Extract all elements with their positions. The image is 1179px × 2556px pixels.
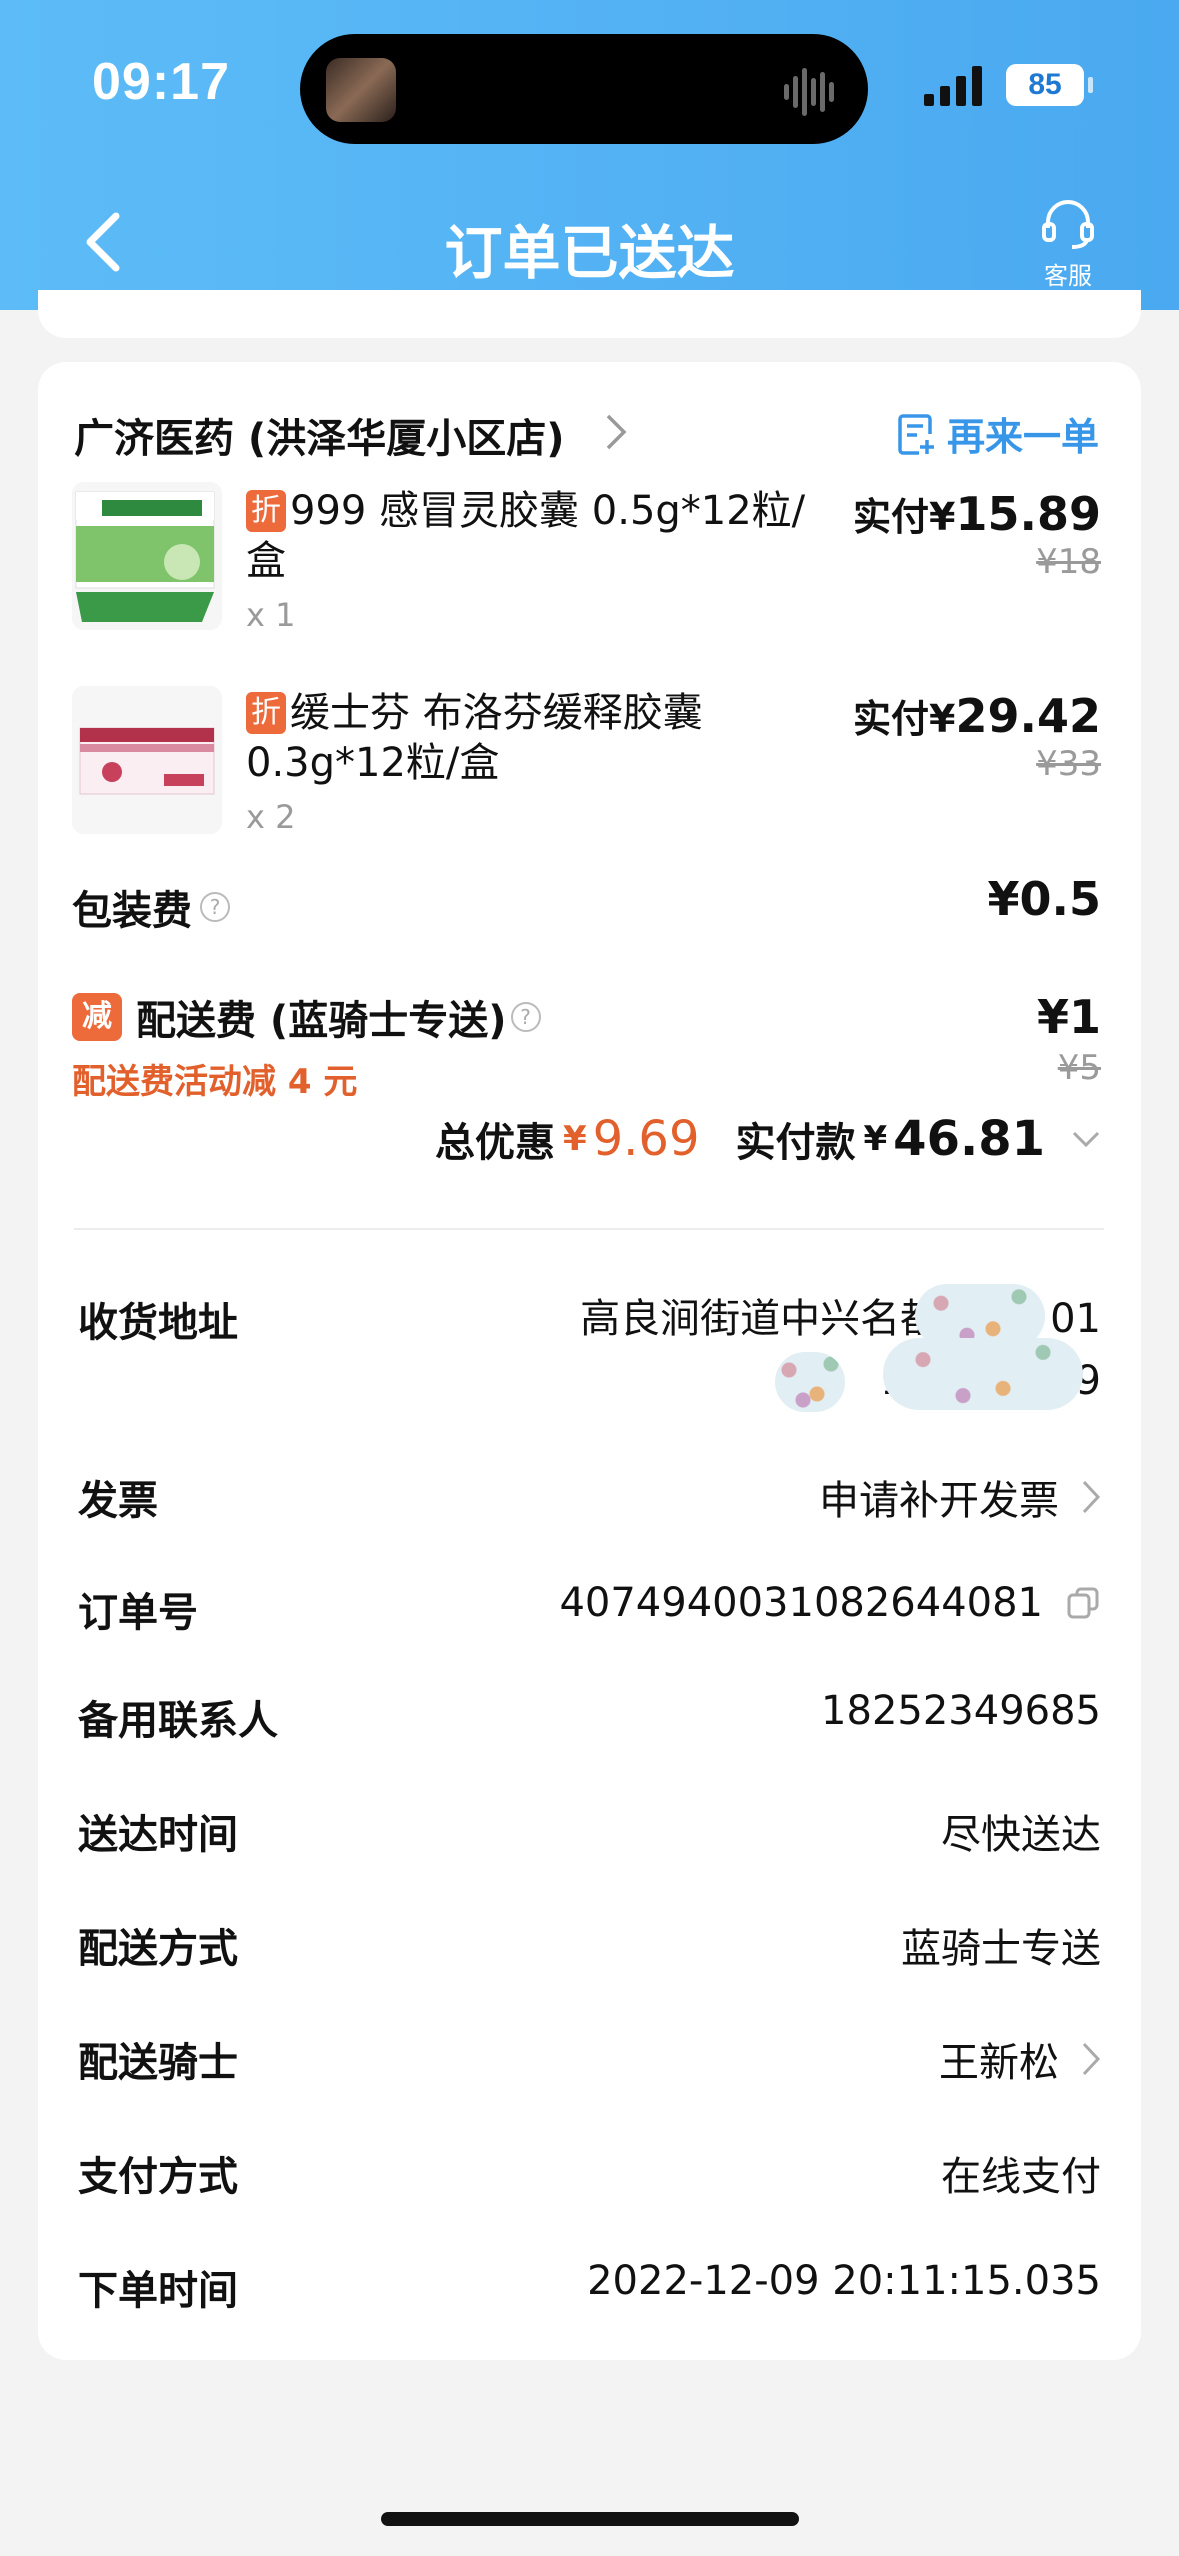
chevron-right-icon bbox=[1082, 1480, 1101, 1514]
service-label: 客服 bbox=[1044, 262, 1092, 290]
reorder-icon bbox=[898, 413, 934, 455]
redacted-blur bbox=[883, 1338, 1083, 1410]
help-icon[interactable]: ? bbox=[510, 1002, 541, 1032]
headset-icon bbox=[1042, 200, 1094, 249]
battery-icon: 85 bbox=[1006, 64, 1093, 106]
reorder-button[interactable]: 再来一单 bbox=[897, 406, 1099, 461]
payment-method-label: 支付方式 bbox=[78, 2154, 238, 2200]
audio-wave-icon bbox=[784, 68, 834, 116]
order-number-label: 订单号 bbox=[78, 1590, 198, 1636]
paid-total-value: 46.81 bbox=[893, 1111, 1045, 1167]
address-value: 高良涧街道中兴名都01 吴19 bbox=[461, 1284, 1101, 1412]
home-indicator[interactable] bbox=[381, 2512, 799, 2526]
store-name[interactable]: 广济医药 (洪泽华厦小区店) bbox=[74, 406, 565, 464]
order-totals[interactable]: 总优惠 ¥ 9.69 实付款 ¥ 46.81 bbox=[435, 1110, 1101, 1168]
product-image[interactable] bbox=[72, 482, 222, 630]
product-image[interactable] bbox=[72, 686, 222, 834]
order-card: 广济医药 (洪泽华厦小区店) 再来一单 折 999 感冒灵胶囊 0.5g*12粒/… bbox=[38, 362, 1141, 2360]
order-time-label: 下单时间 bbox=[78, 2268, 238, 2314]
chevron-right-icon bbox=[1082, 2042, 1101, 2076]
payment-method-value: 在线支付 bbox=[941, 2154, 1101, 2200]
item-paid-price: 实付¥29.42 bbox=[853, 689, 1101, 743]
item-name[interactable]: 折缓士芬 布洛芬缓释胶囊 0.3g*12粒/盒 bbox=[246, 688, 806, 788]
item-original-price: ¥33 bbox=[1036, 744, 1101, 784]
item-name[interactable]: 折 999 感冒灵胶囊 0.5g*12粒/盒 bbox=[246, 486, 806, 586]
invoice-row[interactable]: 申请补开发票 bbox=[819, 1468, 1101, 1526]
status-time: 09:17 bbox=[92, 53, 230, 111]
discount-tag: 折 bbox=[246, 692, 286, 734]
app-header: 09:17 85 订单已送达 客服 bbox=[0, 0, 1179, 310]
rider-label: 配送骑士 bbox=[78, 2040, 238, 2086]
dynamic-island bbox=[300, 34, 868, 144]
rider-row[interactable]: 王新松 bbox=[939, 2030, 1101, 2088]
item-paid-price: 实付¥15.89 bbox=[853, 487, 1101, 541]
delivery-method-value: 蓝骑士专送 bbox=[901, 1926, 1101, 1972]
delivery-promo-text: 配送费活动减 4 元 bbox=[72, 1062, 358, 1102]
delivery-fee-original: ¥5 bbox=[1057, 1048, 1101, 1088]
customer-service-button[interactable]: 客服 bbox=[1032, 200, 1104, 291]
reduction-tag: 减 bbox=[72, 993, 122, 1041]
delivery-fee-value: ¥1 bbox=[1036, 990, 1101, 1044]
now-playing-artwork bbox=[326, 58, 396, 122]
discount-tag: 折 bbox=[246, 490, 286, 532]
delivery-time-label: 送达时间 bbox=[78, 1812, 238, 1858]
order-number-row: 4074940031082644081 bbox=[559, 1580, 1101, 1626]
reorder-label: 再来一单 bbox=[946, 415, 1099, 459]
paid-label: 实付款 bbox=[735, 1120, 856, 1166]
divider bbox=[74, 1228, 1104, 1230]
delivery-method-label: 配送方式 bbox=[78, 1926, 238, 1972]
backup-contact-value: 18252349685 bbox=[821, 1688, 1101, 1734]
redacted-blur bbox=[775, 1352, 845, 1412]
discount-value: 9.69 bbox=[592, 1111, 700, 1167]
chevron-right-icon[interactable] bbox=[604, 412, 628, 452]
previous-card-edge bbox=[38, 290, 1141, 338]
chevron-down-icon[interactable] bbox=[1071, 1129, 1101, 1149]
delivery-fee-label: 减 配送费 (蓝骑士专送) ? bbox=[72, 988, 541, 1046]
help-icon[interactable]: ? bbox=[200, 892, 230, 922]
signal-icon bbox=[924, 66, 982, 106]
item-quantity: x 2 bbox=[246, 798, 296, 836]
delivery-time-value: 尽快送达 bbox=[941, 1812, 1101, 1858]
rider-value: 王新松 bbox=[939, 2040, 1059, 2086]
packaging-fee-label: 包装费 ? bbox=[72, 878, 230, 936]
item-quantity: x 1 bbox=[246, 596, 296, 634]
order-time-value: 2022-12-09 20:11:15.035 bbox=[587, 2258, 1101, 2304]
packaging-fee-value: ¥0.5 bbox=[987, 872, 1102, 926]
backup-contact-label: 备用联系人 bbox=[78, 1698, 278, 1744]
invoice-label: 发票 bbox=[78, 1478, 158, 1524]
item-original-price: ¥18 bbox=[1036, 542, 1101, 582]
invoice-value: 申请补开发票 bbox=[819, 1478, 1059, 1524]
address-label: 收货地址 bbox=[78, 1300, 238, 1346]
copy-icon[interactable] bbox=[1065, 1585, 1101, 1621]
page-title: 订单已送达 bbox=[444, 219, 735, 287]
discount-label: 总优惠 bbox=[434, 1120, 555, 1166]
order-number-value: 4074940031082644081 bbox=[559, 1580, 1043, 1626]
